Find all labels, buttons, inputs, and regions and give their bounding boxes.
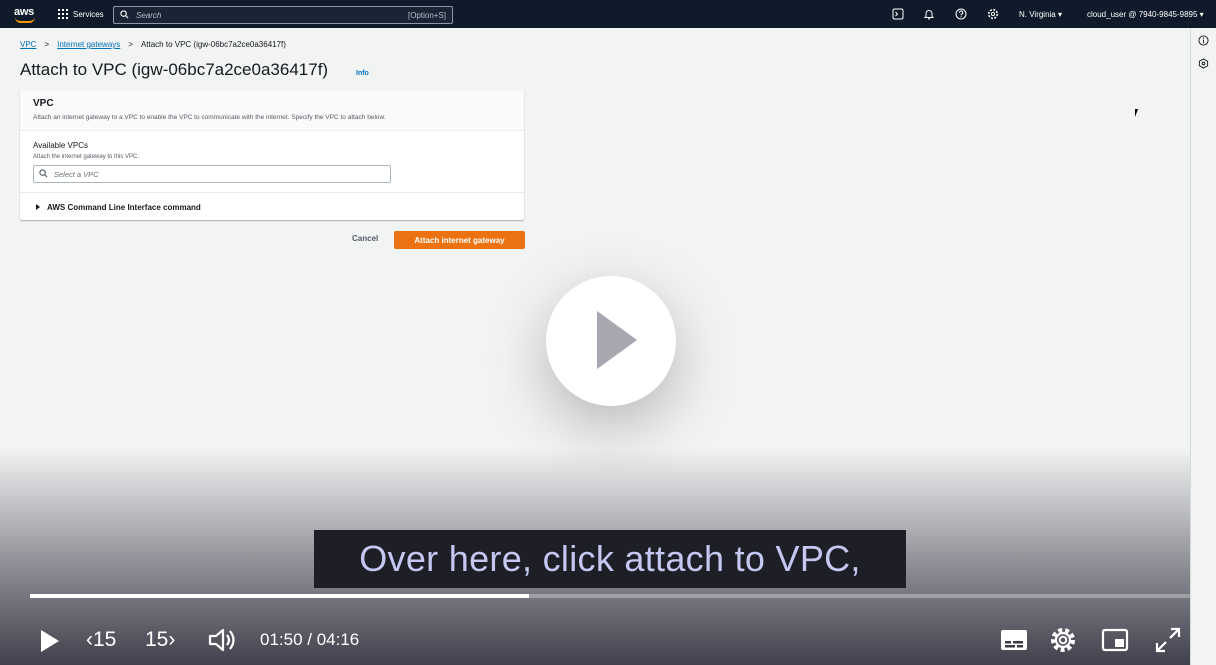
search-input[interactable]: Search [Option+S] — [113, 6, 453, 24]
aws-top-nav: aws Services Search [Option+S] N. Virgin… — [0, 0, 1216, 28]
cloudshell-icon[interactable] — [892, 8, 904, 20]
grid-icon — [58, 9, 68, 19]
vpc-select-input[interactable]: Select a VPC — [33, 165, 391, 183]
video-time: 01:50 / 04:16 — [260, 630, 360, 649]
play-icon — [597, 311, 637, 369]
caret-right-icon — [36, 204, 40, 210]
cli-command-label: AWS Command Line Interface command — [47, 203, 201, 212]
play-icon[interactable] — [38, 628, 62, 654]
settings-gear-icon[interactable] — [987, 8, 999, 20]
services-menu-button[interactable]: Services — [58, 9, 104, 19]
chevron-right-icon: > — [44, 40, 50, 49]
settings-gear-icon[interactable] — [1048, 625, 1078, 655]
available-vpcs-description: Attach the internet gateway to this VPC. — [33, 154, 140, 160]
info-circle-icon[interactable] — [1198, 35, 1209, 46]
cancel-button[interactable]: Cancel — [352, 234, 378, 243]
hexagon-icon[interactable] — [1198, 58, 1209, 69]
skip-back-button[interactable]: ‹15 — [86, 628, 116, 652]
big-play-button[interactable] — [546, 276, 676, 406]
available-vpcs-label: Available VPCs — [33, 141, 88, 150]
mouse-cursor-icon — [1135, 109, 1141, 117]
fullscreen-icon[interactable] — [1154, 626, 1182, 654]
volume-icon[interactable] — [208, 626, 238, 654]
skip-back-label: 15 — [93, 628, 117, 651]
info-link[interactable]: Info — [356, 70, 369, 77]
skip-forward-button[interactable]: 15› — [145, 628, 175, 652]
vpc-select-placeholder: Select a VPC — [54, 170, 99, 179]
picture-in-picture-icon[interactable] — [1101, 628, 1129, 652]
notifications-bell-icon[interactable] — [923, 8, 935, 20]
vpc-panel: VPC Attach an internet gateway to a VPC … — [20, 90, 524, 220]
account-label: cloud_user @ 7940-9845-9895 — [1087, 10, 1198, 19]
breadcrumb-current: Attach to VPC (igw-06bc7a2ce0a36417f) — [140, 40, 286, 49]
captions-icon[interactable] — [1000, 628, 1028, 652]
cli-command-expander[interactable]: AWS Command Line Interface command — [20, 192, 524, 221]
search-icon — [120, 10, 129, 19]
video-progress-fill — [30, 594, 529, 598]
search-shortcut: [Option+S] — [407, 11, 446, 20]
panel-description: Attach an internet gateway to a VPC to e… — [33, 114, 386, 121]
panel-header: VPC Attach an internet gateway to a VPC … — [20, 90, 524, 131]
panel-title: VPC — [33, 98, 54, 109]
help-icon[interactable] — [955, 8, 967, 20]
breadcrumb-vpc[interactable]: VPC — [20, 40, 36, 49]
video-progress-bar[interactable] — [30, 594, 1190, 598]
chevron-left-icon: ‹ — [86, 628, 93, 651]
right-rail — [1190, 28, 1216, 665]
breadcrumb: VPC > Internet gateways > Attach to VPC … — [20, 40, 286, 49]
skip-forward-label: 15 — [145, 628, 169, 651]
search-icon — [39, 169, 48, 178]
account-menu[interactable]: cloud_user @ 7940-9845-9895 ▾ — [1087, 10, 1204, 19]
video-caption: Over here, click attach to VPC, — [314, 530, 906, 588]
region-selector[interactable]: N. Virginia ▾ — [1019, 10, 1062, 19]
attach-internet-gateway-button[interactable]: Attach internet gateway — [394, 231, 525, 249]
region-label: N. Virginia — [1019, 10, 1056, 19]
page-title: Attach to VPC (igw-06bc7a2ce0a36417f) — [20, 60, 329, 79]
breadcrumb-internet-gateways[interactable]: Internet gateways — [57, 40, 120, 49]
aws-logo-smile — [15, 17, 35, 23]
search-placeholder: Search — [136, 11, 162, 20]
chevron-right-icon: > — [128, 40, 133, 49]
chevron-right-icon: › — [168, 628, 176, 651]
services-label: Services — [73, 9, 104, 19]
